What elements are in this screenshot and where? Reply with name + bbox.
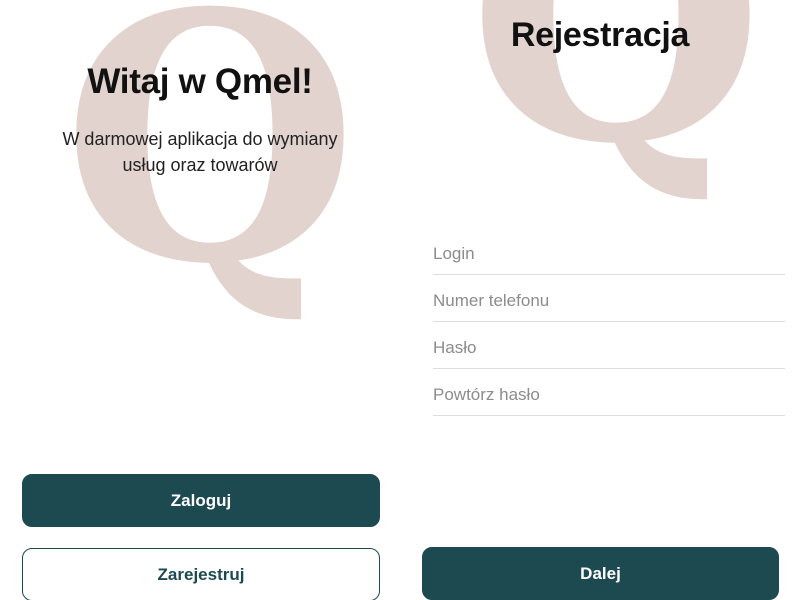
register-screen: Q Rejestracja Dalej (400, 0, 800, 600)
login-button[interactable]: Zaloguj (22, 474, 380, 527)
password-field[interactable] (433, 322, 785, 369)
page-title: Rejestracja (510, 16, 690, 54)
register-button[interactable]: Zarejestruj (22, 548, 380, 600)
login-field[interactable] (433, 228, 785, 275)
login-button-label: Zaloguj (170, 490, 232, 510)
repeat-password-field[interactable] (433, 369, 785, 416)
register-button-label: Zarejestruj (157, 564, 245, 584)
phone-number-field[interactable] (433, 275, 785, 322)
next-button[interactable]: Dalej (422, 547, 779, 600)
app-canvas: Q Witaj w Qmel! W darmowej aplikacja do … (0, 0, 800, 600)
next-button-label: Dalej (580, 563, 621, 583)
welcome-screen: Q Witaj w Qmel! W darmowej aplikacja do … (0, 0, 400, 600)
registration-form (433, 228, 785, 416)
welcome-subtitle: W darmowej aplikacja do wymiany usług or… (62, 129, 338, 175)
welcome-title: Witaj w Qmel! (87, 62, 313, 101)
